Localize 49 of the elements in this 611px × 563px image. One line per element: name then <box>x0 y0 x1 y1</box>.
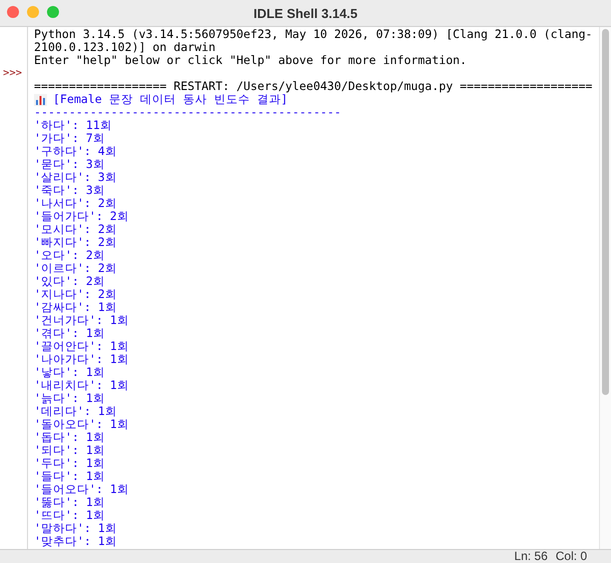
output-line: '데리다': 1회 <box>34 405 117 418</box>
output-line: '낳다': 1회 <box>34 366 105 379</box>
output-line: 2100.0.123.102)] on darwin <box>34 41 216 54</box>
output-line: '빠지다': 2회 <box>34 236 117 249</box>
output-line: '나아가다': 1회 <box>34 353 129 366</box>
output-line: =================== RESTART: /Users/ylee0430/Desktop/muga.py =================== <box>34 80 592 93</box>
output-line: '들어오다': 1회 <box>34 483 129 496</box>
output-line: '죽다': 3회 <box>34 184 105 197</box>
minimize-icon[interactable] <box>27 6 39 18</box>
scrollbar[interactable] <box>599 27 611 549</box>
output-line: '겪다': 1회 <box>34 327 105 340</box>
column-number-status: Col: 0 <box>556 550 587 563</box>
output-line: '두다': 1회 <box>34 457 105 470</box>
line-number-status: Ln: 56 <box>514 550 548 563</box>
close-icon[interactable] <box>7 6 19 18</box>
output-line: '끌어안다': 1회 <box>34 340 129 353</box>
output-line: '들다': 1회 <box>34 470 105 483</box>
output-line: '가다': 7회 <box>34 132 105 145</box>
output-line: '내리치다': 1회 <box>34 379 129 392</box>
output-line: '되다': 1회 <box>34 444 105 457</box>
output-line: '돕다': 1회 <box>34 431 105 444</box>
bar-chart-icon <box>34 94 47 106</box>
zoom-icon[interactable] <box>47 6 59 18</box>
output-line: '건너가다': 1회 <box>34 314 129 327</box>
output-line: Enter "help" below or click "Help" above for more information. <box>34 54 467 67</box>
output-line: '들어가다': 2회 <box>34 210 129 223</box>
output-line: '돌아오다': 1회 <box>34 418 129 431</box>
output-line: '살리다': 3회 <box>34 171 117 184</box>
output-line: '뜨다': 1회 <box>34 509 105 522</box>
output-line: '모시다': 2회 <box>34 223 117 236</box>
output-line: '구하다': 4회 <box>34 145 117 158</box>
output-line: '나서다': 2회 <box>34 197 117 210</box>
output-header: [Female 문장 데이터 동사 빈도수 결과] <box>53 93 288 106</box>
output-line: '오다': 2회 <box>34 249 105 262</box>
output-line: '감싸다': 1회 <box>34 301 117 314</box>
scrollbar-thumb[interactable] <box>602 29 609 395</box>
window-title: IDLE Shell 3.14.5 <box>253 6 358 20</box>
output-line: '늙다': 1회 <box>34 392 105 405</box>
shell-prompt: >>> <box>2 67 22 79</box>
output-line: '뚫다': 1회 <box>34 496 105 509</box>
output-line: '있다': 2회 <box>34 275 105 288</box>
output-line: '하다': 11회 <box>34 119 112 132</box>
output-line: -------------------------------------------- <box>34 106 342 119</box>
output-line: '맞추다': 1회 <box>34 535 117 548</box>
output-line: '묻다': 3회 <box>34 158 105 171</box>
output-line: '이르다': 2회 <box>34 262 117 275</box>
output-line: '지나다': 2회 <box>34 288 117 301</box>
output-line: '말하다': 1회 <box>34 522 117 535</box>
output-line: Python 3.14.5 (v3.14.5:5607950ef23, May 10 2026, 07:38:09) [Clang 21.0.0 (clang- <box>34 28 592 41</box>
